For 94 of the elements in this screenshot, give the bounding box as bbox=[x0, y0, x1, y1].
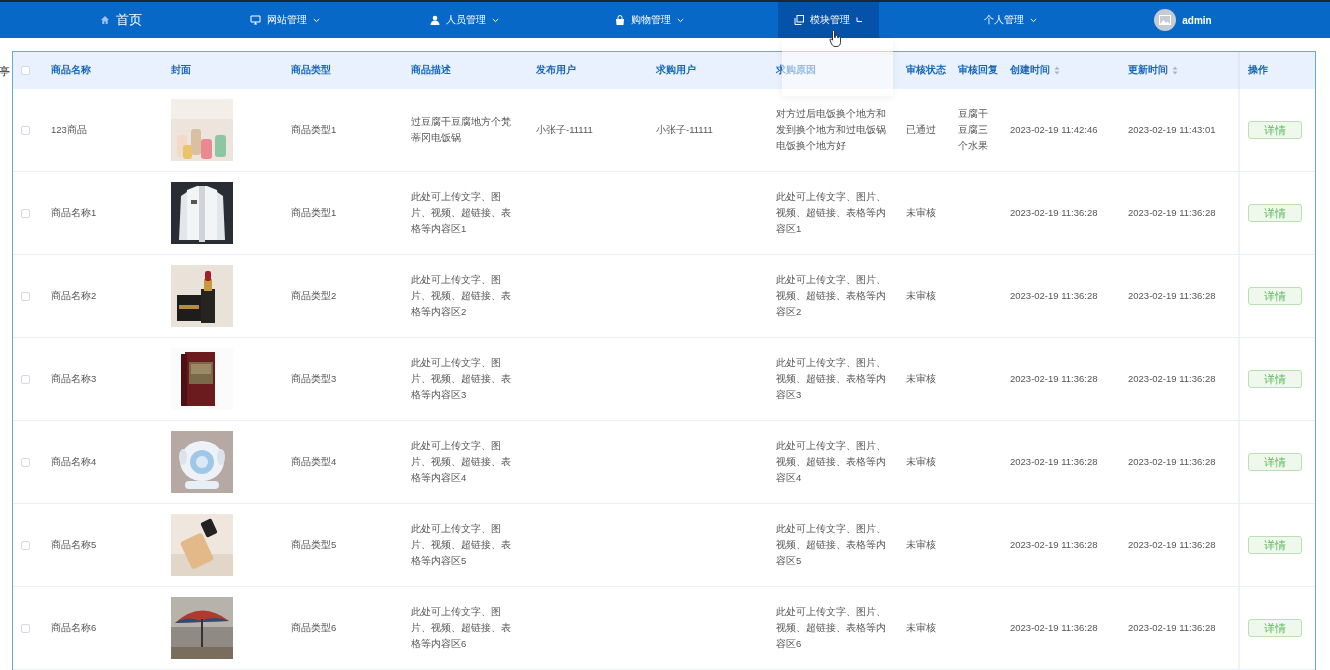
updated-time: 2023-02-19 11:36:28 bbox=[1128, 621, 1216, 635]
column-header: 商品类型 bbox=[291, 64, 331, 77]
product-description: 此处可上传文字、图片、视频、超链接、表格等内容区2 bbox=[411, 273, 512, 319]
review-status: 未审核 bbox=[906, 455, 936, 469]
purchase-reason: 此处可上传文字、图片、视频、超链接、表格等内容区5 bbox=[776, 522, 887, 568]
purchase-reason: 对方过后电饭换个地方和发到换个地方和过电饭锅电饭换个地方好 bbox=[776, 107, 887, 153]
product-name: 商品名称5 bbox=[51, 538, 97, 552]
select-all-checkbox[interactable] bbox=[21, 66, 30, 75]
product-name: 商品名称4 bbox=[51, 455, 97, 469]
column-header: 发布用户 bbox=[536, 64, 576, 77]
sort-icon[interactable] bbox=[1054, 66, 1060, 75]
review-status: 未审核 bbox=[906, 372, 936, 386]
column-header: 商品名称 bbox=[51, 64, 91, 77]
created-time: 2023-02-19 11:36:28 bbox=[1010, 289, 1098, 303]
created-time: 2023-02-19 11:36:28 bbox=[1010, 372, 1098, 386]
buyer-user: 小张子-11111 bbox=[656, 123, 713, 137]
copy-icon bbox=[793, 15, 804, 25]
product-description: 此处可上传文字、图片、视频、超链接、表格等内容区5 bbox=[411, 522, 512, 568]
row-checkbox[interactable] bbox=[21, 457, 30, 467]
updated-time: 2023-02-19 11:36:28 bbox=[1128, 538, 1216, 552]
review-reply: 豆腐干豆腐三个水果 bbox=[958, 107, 989, 153]
purchase-reason: 此处可上传文字、图片、视频、超链接、表格等内容区4 bbox=[776, 439, 887, 485]
product-name: 商品名称3 bbox=[51, 372, 97, 386]
product-name: 123商品 bbox=[51, 123, 87, 137]
avatar-icon bbox=[1154, 9, 1177, 31]
product-type: 商品类型1 bbox=[291, 123, 337, 137]
column-header: 审核回复 bbox=[958, 64, 998, 77]
purchase-reason: 此处可上传文字、图片、视频、超链接、表格等内容区3 bbox=[776, 356, 887, 402]
product-type: 商品类型3 bbox=[291, 372, 337, 386]
column-header: 操作 bbox=[1248, 64, 1268, 77]
product-type: 商品类型4 bbox=[291, 455, 337, 469]
product-type: 商品类型5 bbox=[291, 538, 337, 552]
review-status: 已通过 bbox=[906, 123, 936, 137]
purchase-reason: 此处可上传文字、图片、视频、超链接、表格等内容区2 bbox=[776, 273, 887, 319]
user-icon bbox=[429, 15, 440, 25]
column-header: 更新时间 bbox=[1128, 64, 1168, 77]
monitor-icon bbox=[250, 15, 261, 25]
nav-menu-item[interactable]: 首页 bbox=[83, 2, 158, 38]
nav-menu-item[interactable]: 人员管理 bbox=[413, 2, 515, 38]
caret-icon bbox=[313, 17, 320, 23]
created-time: 2023-02-19 11:36:28 bbox=[1010, 206, 1098, 220]
caret-icon bbox=[1029, 17, 1037, 23]
column-header: 审核状态 bbox=[906, 64, 946, 77]
product-description: 此处可上传文字、图片、视频、超链接、表格等内容区4 bbox=[411, 439, 512, 485]
nav-menu-item[interactable]: 网站管理 bbox=[234, 2, 336, 38]
updated-time: 2023-02-19 11:36:28 bbox=[1128, 206, 1216, 220]
product-name: 商品名称2 bbox=[51, 289, 97, 303]
product-description: 此处可上传文字、图片、视频、超链接、表格等内容区6 bbox=[411, 605, 512, 651]
updated-time: 2023-02-19 11:36:28 bbox=[1128, 372, 1216, 386]
product-type: 商品类型6 bbox=[291, 621, 337, 635]
purchase-reason: 此处可上传文字、图片、视频、超链接、表格等内容区1 bbox=[776, 190, 887, 236]
column-header: 商品描述 bbox=[411, 64, 451, 77]
row-checkbox[interactable] bbox=[21, 291, 30, 301]
updated-time: 2023-02-19 11:36:28 bbox=[1128, 455, 1216, 469]
home-icon bbox=[99, 15, 110, 25]
stray-character: 亭 bbox=[0, 64, 10, 79]
product-description: 此处可上传文字、图片、视频、超链接、表格等内容区3 bbox=[411, 356, 512, 402]
review-status: 未审核 bbox=[906, 621, 936, 635]
row-checkbox[interactable] bbox=[21, 540, 30, 550]
created-time: 2023-02-19 11:36:28 bbox=[1010, 455, 1098, 469]
nav-menu-item[interactable]: 模块管理 bbox=[777, 2, 879, 38]
publisher-user: 小张子-11111 bbox=[536, 123, 593, 137]
caret-icon bbox=[676, 17, 684, 23]
updated-time: 2023-02-19 11:43:01 bbox=[1128, 123, 1216, 137]
column-header: 封面 bbox=[171, 64, 191, 77]
updated-time: 2023-02-19 11:36:28 bbox=[1128, 289, 1216, 303]
product-name: 商品名称6 bbox=[51, 621, 97, 635]
caret-icon bbox=[855, 17, 863, 23]
review-status: 未审核 bbox=[906, 206, 936, 220]
sort-icon[interactable] bbox=[1172, 66, 1178, 75]
row-checkbox[interactable] bbox=[21, 208, 30, 218]
pointer-cursor-icon bbox=[829, 30, 842, 47]
product-description: 过豆腐干豆腐地方个梵蒂冈电饭锅 bbox=[411, 115, 512, 145]
row-checkbox[interactable] bbox=[21, 374, 30, 384]
row-checkbox[interactable] bbox=[21, 125, 30, 135]
nav-menu-item[interactable]: 购物管理 bbox=[598, 2, 700, 38]
column-header: 求购用户 bbox=[656, 64, 696, 77]
row-checkbox[interactable] bbox=[21, 623, 30, 633]
product-name: 商品名称1 bbox=[51, 206, 97, 220]
created-time: 2023-02-19 11:36:28 bbox=[1010, 538, 1098, 552]
review-status: 未审核 bbox=[906, 538, 936, 552]
purchase-reason: 此处可上传文字、图片、视频、超链接、表格等内容区6 bbox=[776, 605, 887, 651]
product-type: 商品类型2 bbox=[291, 289, 337, 303]
caret-icon bbox=[491, 17, 499, 23]
product-type: 商品类型1 bbox=[291, 206, 337, 220]
bag-icon bbox=[614, 15, 625, 25]
created-time: 2023-02-19 11:36:28 bbox=[1010, 621, 1098, 635]
product-description: 此处可上传文字、图片、视频、超链接、表格等内容区1 bbox=[411, 190, 512, 236]
created-time: 2023-02-19 11:42:46 bbox=[1010, 123, 1098, 137]
user-menu[interactable]: admin bbox=[1154, 9, 1212, 31]
review-status: 未审核 bbox=[906, 289, 936, 303]
nav-menu-item[interactable]: 个人管理 bbox=[967, 2, 1053, 38]
column-header: 求购原因 bbox=[776, 64, 816, 77]
column-header: 创建时间 bbox=[1010, 64, 1050, 77]
